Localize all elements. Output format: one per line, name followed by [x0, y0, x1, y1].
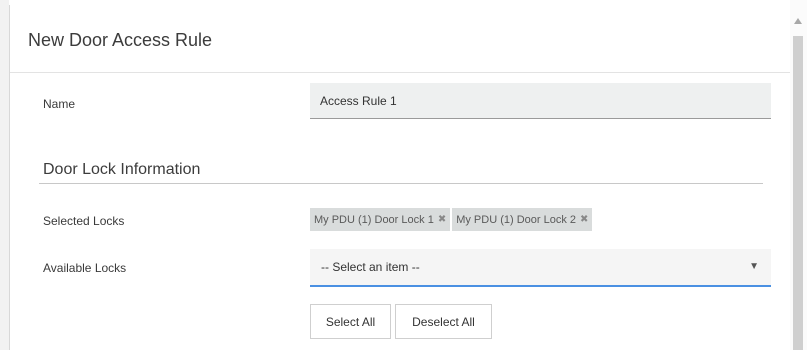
close-icon[interactable]: ✖: [580, 214, 588, 225]
dialog-header: New Door Access Rule: [10, 5, 791, 73]
selected-lock-chip: My PDU (1) Door Lock 2 ✖: [452, 208, 593, 231]
section-divider: [39, 183, 763, 184]
page-left-edge: [0, 0, 9, 350]
close-icon[interactable]: ✖: [438, 214, 446, 225]
name-label: Name: [43, 97, 76, 111]
selected-lock-chip-label: My PDU (1) Door Lock 2: [456, 213, 577, 226]
select-all-button[interactable]: Select All: [310, 304, 391, 339]
dialog-title: New Door Access Rule: [28, 30, 213, 50]
selected-lock-chip-label: My PDU (1) Door Lock 1: [314, 213, 434, 226]
available-locks-selected-value: -- Select an item --: [321, 260, 420, 274]
name-input[interactable]: [310, 83, 771, 119]
selected-lock-chip: My PDU (1) Door Lock 1 ✖: [310, 208, 451, 231]
available-locks-dropdown[interactable]: -- Select an item -- ▼: [310, 249, 771, 287]
new-door-access-rule-dialog: New Door Access Rule Name Door Lock Info…: [9, 5, 791, 350]
chevron-down-icon: ▼: [749, 261, 759, 272]
selected-locks-label: Selected Locks: [43, 214, 125, 228]
door-lock-section-title: Door Lock Information: [43, 161, 201, 178]
deselect-all-button[interactable]: Deselect All: [395, 304, 492, 339]
scroll-up-arrow-icon[interactable]: [794, 18, 802, 24]
selected-locks-chips: My PDU (1) Door Lock 1 ✖ My PDU (1) Door…: [310, 208, 593, 231]
available-locks-label: Available Locks: [43, 261, 127, 275]
scrollbar-thumb[interactable]: [793, 36, 803, 350]
vertical-scrollbar[interactable]: [790, 0, 807, 350]
